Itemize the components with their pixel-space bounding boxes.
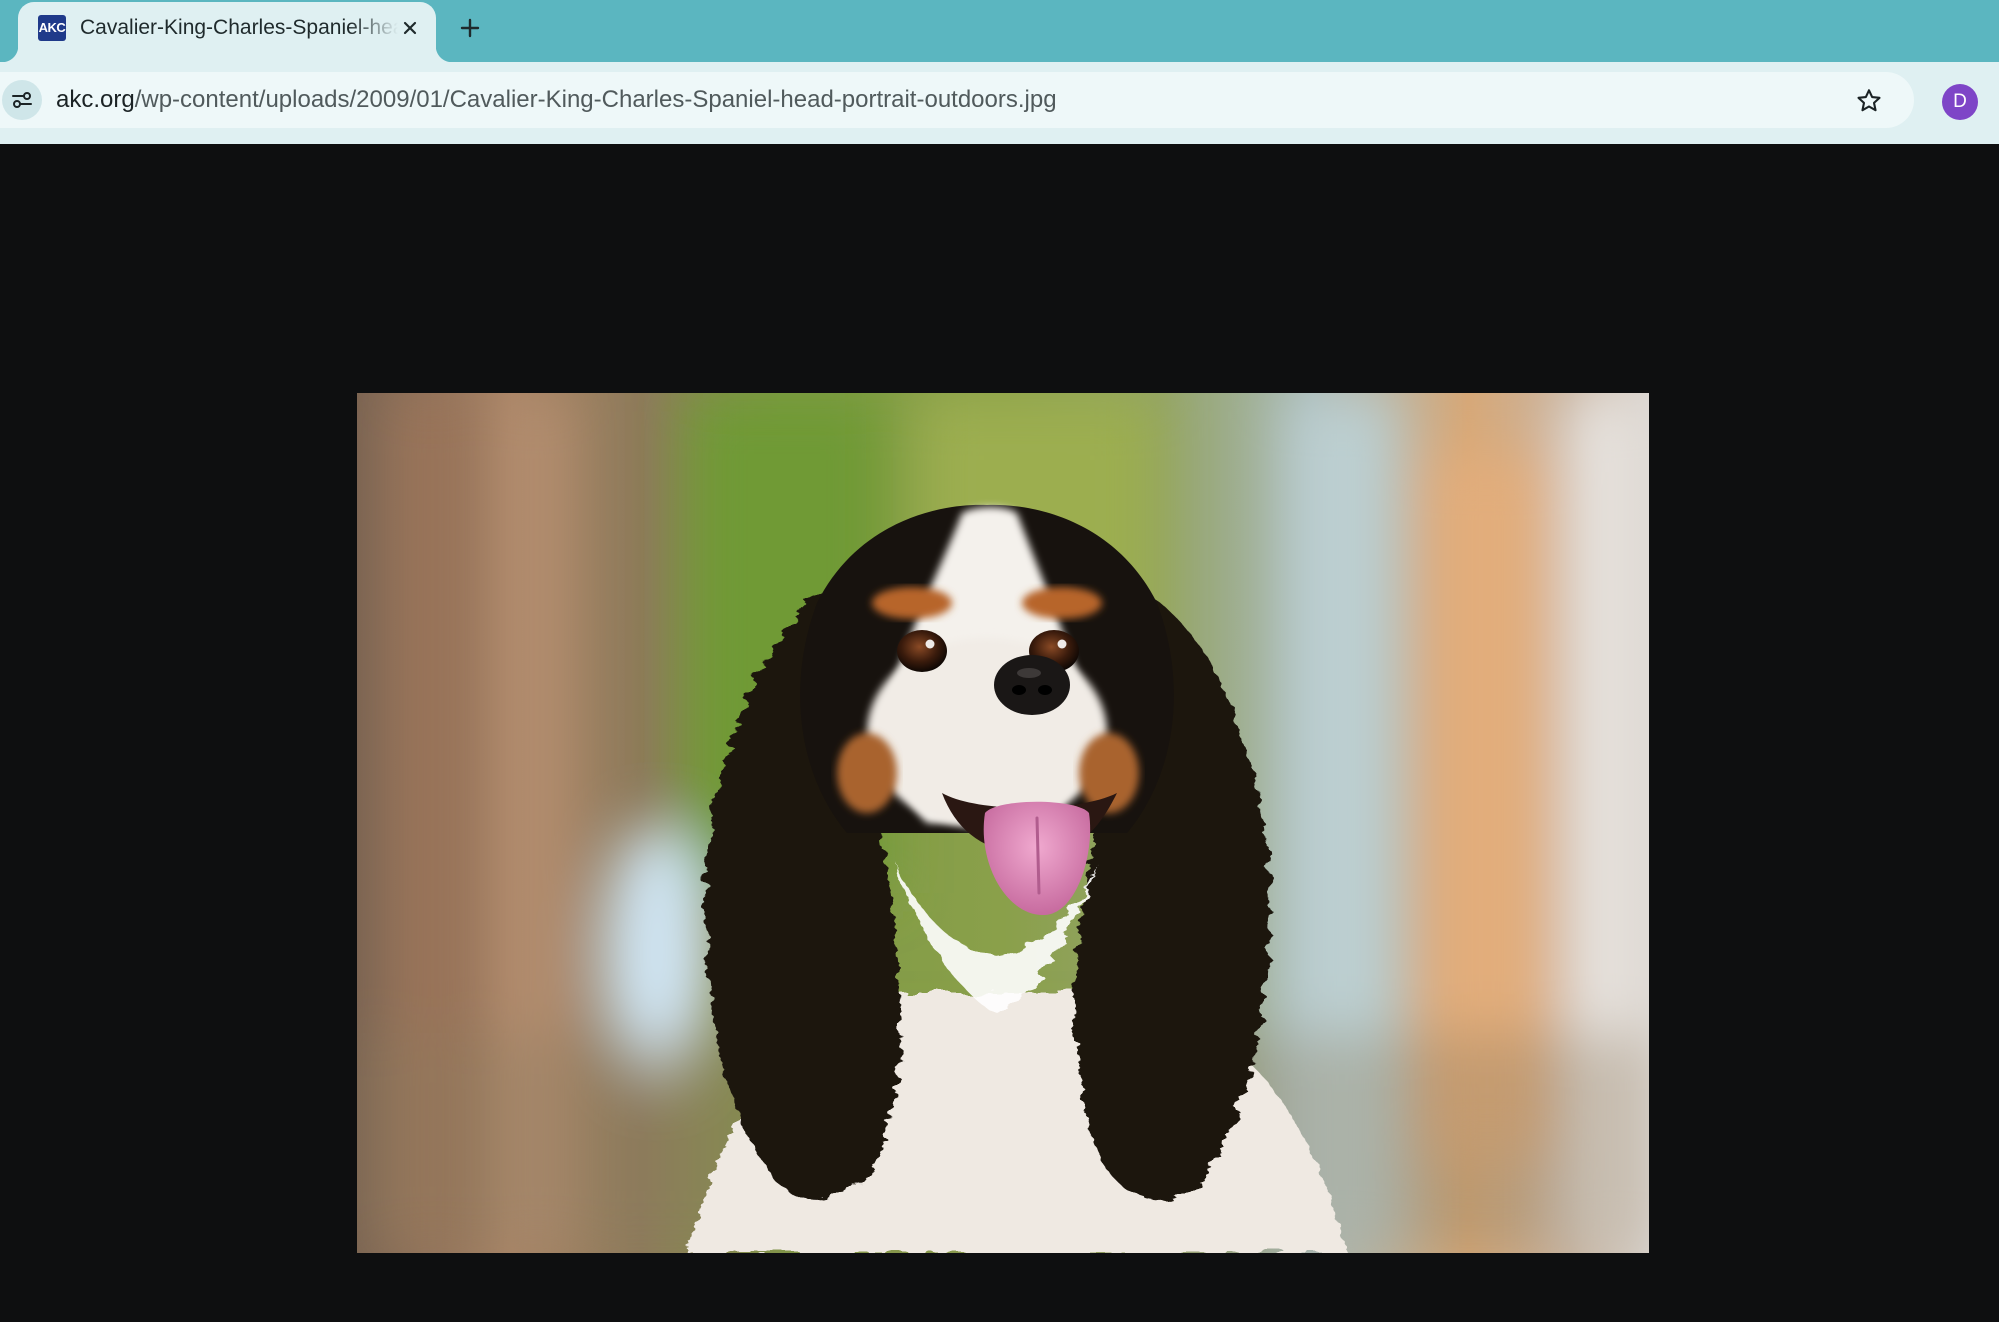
- tune-icon: [12, 92, 32, 108]
- tab-strip: AKC Cavalier-King-Charles-Spaniel-head-p…: [0, 0, 1999, 62]
- address-bar[interactable]: akc.org/wp-content/uploads/2009/01/Caval…: [0, 72, 1914, 128]
- plus-icon: [460, 18, 480, 38]
- new-tab-button[interactable]: [452, 10, 488, 46]
- browser-window: AKC Cavalier-King-Charles-Spaniel-head-p…: [0, 0, 1999, 1322]
- akc-favicon-icon: AKC: [38, 15, 66, 41]
- dog-photo[interactable]: [357, 393, 1649, 1253]
- tab-active[interactable]: AKC Cavalier-King-Charles-Spaniel-head-p…: [2, 2, 452, 62]
- tab-title: Cavalier-King-Charles-Spaniel-head-portr…: [80, 16, 398, 39]
- bookmark-button[interactable]: [1852, 84, 1886, 118]
- site-info-button[interactable]: [2, 80, 42, 120]
- profile-avatar[interactable]: D: [1942, 84, 1978, 120]
- image-viewport: [0, 144, 1999, 1322]
- url-text[interactable]: akc.org/wp-content/uploads/2009/01/Caval…: [56, 85, 1057, 115]
- url-domain: akc.org: [56, 86, 135, 113]
- url-path: /wp-content/uploads/2009/01/Cavalier-Kin…: [134, 86, 1057, 113]
- toolbar: akc.org/wp-content/uploads/2009/01/Caval…: [0, 62, 1999, 144]
- close-icon[interactable]: [396, 14, 424, 42]
- star-icon: [1857, 89, 1881, 112]
